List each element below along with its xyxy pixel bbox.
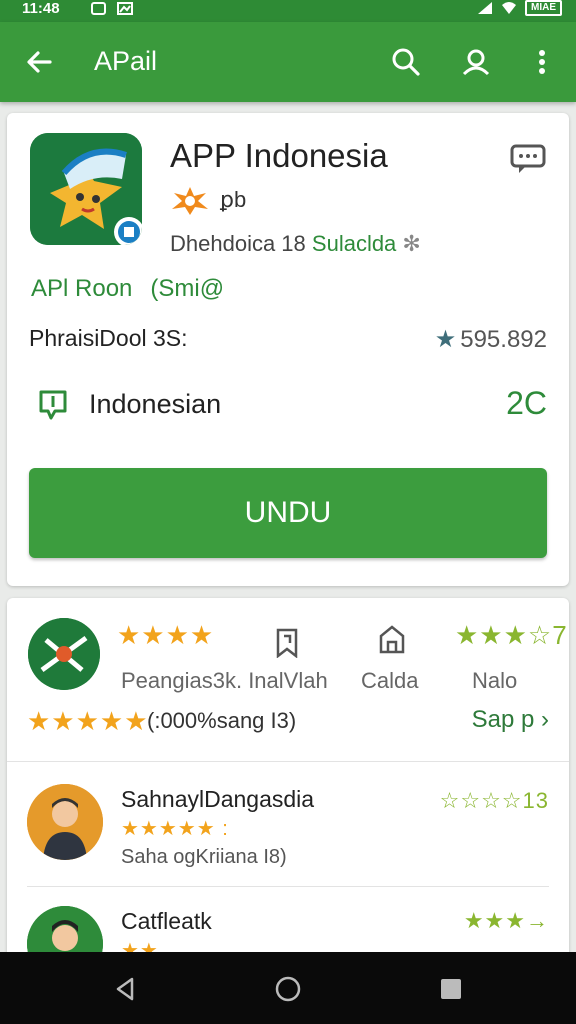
rating-label-1: Peangias3k. InalVlah xyxy=(121,668,328,693)
divider xyxy=(27,886,549,887)
app-name: APP Indonesia xyxy=(170,137,388,174)
publisher-logo xyxy=(28,618,100,690)
publisher-logo-icon xyxy=(28,618,100,690)
language-label: Indonesian xyxy=(89,389,222,419)
rating-label-3: Nalo xyxy=(472,668,518,693)
downloads-label: PhraisiDool 3S: xyxy=(29,325,188,351)
star-burst-icon xyxy=(172,187,208,215)
downloads-value: 595.892 xyxy=(460,326,547,353)
rating-label-2: Calda xyxy=(361,668,419,693)
app-bar-title: APail xyxy=(94,46,158,76)
home-icon[interactable] xyxy=(377,624,407,656)
battery-indicator: MIAE xyxy=(525,0,562,16)
reviewer-rating-right: ☆☆☆☆13 xyxy=(439,788,549,813)
nav-back-icon[interactable] xyxy=(110,974,140,1004)
app-bar: APail xyxy=(0,22,576,102)
app-icon xyxy=(30,133,142,245)
signal-icon xyxy=(478,2,492,14)
nav-home-icon[interactable] xyxy=(273,974,303,1004)
reviewer-rating-right: ★★★→ xyxy=(463,908,549,933)
language-value: 2C xyxy=(506,385,547,421)
reviewer-avatar xyxy=(27,784,103,860)
app-info-card: APP Indonesia ꝑb Dhehdoica 18 Sulaclda ✻… xyxy=(7,113,569,586)
review-count: (:000%sang I3) xyxy=(147,708,297,733)
ratings-card: ★★★★ ★★★☆7 Peangias3k. InalVlah Calda Na… xyxy=(7,598,569,982)
install-button[interactable]: UNDU xyxy=(29,468,547,558)
reviewer-name: Catfleatk xyxy=(121,908,212,934)
system-nav-bar xyxy=(0,952,576,1024)
star-icon: ★ xyxy=(434,326,457,353)
reviewer-subtitle: Saha ogKriiana I8) xyxy=(121,846,287,868)
bookmark-icon[interactable] xyxy=(273,626,301,658)
reviewer-stars: ★★★★★ : xyxy=(121,818,229,840)
category-sub: (Smi@ xyxy=(150,275,225,302)
reviewer-name: SahnaylDangasdia xyxy=(121,786,315,812)
language-icon xyxy=(39,390,67,420)
nav-recents-icon[interactable] xyxy=(436,974,466,1004)
status-time: 11:48 xyxy=(22,0,60,17)
image-icon xyxy=(117,2,133,15)
app-tag: ꝑb xyxy=(220,187,247,212)
app-badge-icon xyxy=(114,217,142,245)
category-label[interactable]: APl Roon xyxy=(31,275,132,302)
developer-link[interactable]: Sulaclda xyxy=(312,231,396,256)
rating-stars: ★★★★ xyxy=(117,620,215,650)
account-icon[interactable] xyxy=(458,44,494,80)
developer-name: Dhehdoica 18 xyxy=(170,231,306,256)
see-more-link[interactable]: Sap p › xyxy=(472,706,549,734)
notification-icon xyxy=(91,2,106,15)
settings-icon: ✻ xyxy=(402,231,421,256)
status-bar: 11:48 MIAE xyxy=(0,0,576,22)
rating-stars-right: ★★★☆7 xyxy=(455,620,568,650)
divider xyxy=(7,761,569,762)
back-arrow-icon[interactable] xyxy=(22,44,58,80)
search-icon[interactable] xyxy=(388,44,424,80)
summary-stars: ★★★★★ xyxy=(27,706,149,736)
chat-icon[interactable] xyxy=(509,143,547,175)
wifi-icon xyxy=(502,2,516,14)
more-options-icon[interactable] xyxy=(524,44,560,80)
person-avatar-icon xyxy=(27,784,103,860)
